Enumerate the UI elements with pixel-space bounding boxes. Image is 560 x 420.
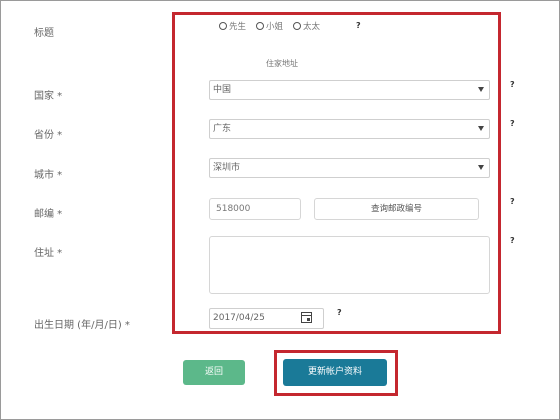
back-button[interactable]: 返回 [183, 360, 245, 385]
postcode-value: 518000 [216, 204, 251, 214]
radio-mr-label: 先生 [229, 22, 247, 32]
address-label: 住址 * [34, 248, 63, 259]
update-account-button[interactable]: 更新帐户资料 [283, 359, 387, 386]
radio-mrs-label: 太太 [303, 22, 321, 32]
dropdown-arrow-icon [478, 87, 484, 92]
help-icon[interactable]: ? [510, 80, 515, 89]
calendar-icon[interactable] [301, 312, 312, 323]
radio-circle-icon [293, 22, 302, 30]
province-label: 省份 * [34, 130, 63, 141]
dropdown-arrow-icon [478, 165, 484, 170]
radio-mr[interactable]: 先生 [219, 20, 246, 32]
radio-circle-icon [219, 22, 227, 30]
birthdate-value: 2017/04/25 [213, 313, 265, 323]
help-icon[interactable]: ? [510, 119, 515, 128]
province-select[interactable]: 广东 [209, 119, 490, 139]
dropdown-arrow-icon [478, 126, 484, 131]
radio-miss-label: 小姐 [266, 22, 284, 32]
city-select[interactable]: 深圳市 [209, 158, 490, 178]
help-icon[interactable]: ? [356, 21, 361, 30]
title-label: 标题 [34, 28, 54, 39]
city-value: 深圳市 [213, 163, 241, 173]
country-value: 中国 [213, 85, 232, 95]
address-textarea[interactable] [209, 236, 490, 294]
salutation-radio-group: 先生 小姐 太太 [219, 20, 320, 32]
radio-mrs[interactable]: 太太 [293, 20, 320, 32]
help-icon[interactable]: ? [337, 308, 342, 317]
help-icon[interactable]: ? [510, 197, 515, 206]
postcode-label: 邮编 * [34, 209, 63, 220]
radio-circle-icon [256, 22, 265, 30]
country-select[interactable]: 中国 [209, 80, 490, 100]
city-label: 城市 * [34, 170, 63, 181]
postcode-input[interactable]: 518000 [209, 198, 301, 220]
lookup-postcode-button[interactable]: 查询邮政编号 [314, 198, 479, 220]
province-value: 广东 [213, 124, 232, 134]
country-label: 国家 * [34, 91, 63, 102]
birthdate-label: 出生日期 (年/月/日) * [34, 320, 130, 331]
radio-miss[interactable]: 小姐 [256, 20, 283, 32]
help-icon[interactable]: ? [510, 236, 515, 245]
home-address-heading: 住家地址 [266, 59, 298, 68]
